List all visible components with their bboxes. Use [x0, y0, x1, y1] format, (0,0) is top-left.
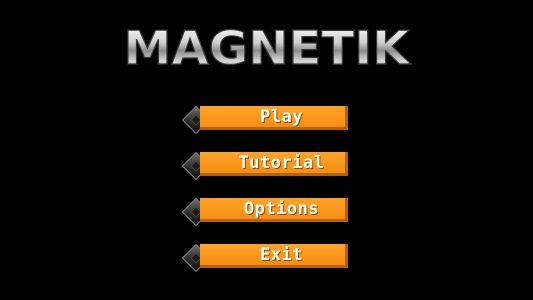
menu-row-play: Play — [181, 105, 352, 136]
menu-row-options: Options — [181, 197, 352, 228]
play-button[interactable]: Play — [200, 106, 348, 130]
options-button[interactable]: Options — [200, 198, 348, 222]
exit-button[interactable]: Exit — [200, 244, 348, 268]
game-main-menu: MAGNETIK Play Tutorial Options Exit — [0, 0, 533, 300]
menu-row-tutorial: Tutorial — [181, 151, 352, 182]
play-button-label: Play — [260, 106, 303, 127]
menu-row-exit: Exit — [181, 243, 352, 274]
game-logo: MAGNETIK — [123, 22, 413, 72]
game-title: MAGNETIK — [124, 22, 412, 72]
options-button-label: Options — [243, 198, 320, 219]
tutorial-button[interactable]: Tutorial — [200, 152, 348, 176]
tutorial-button-label: Tutorial — [238, 152, 325, 173]
exit-button-label: Exit — [260, 244, 303, 265]
